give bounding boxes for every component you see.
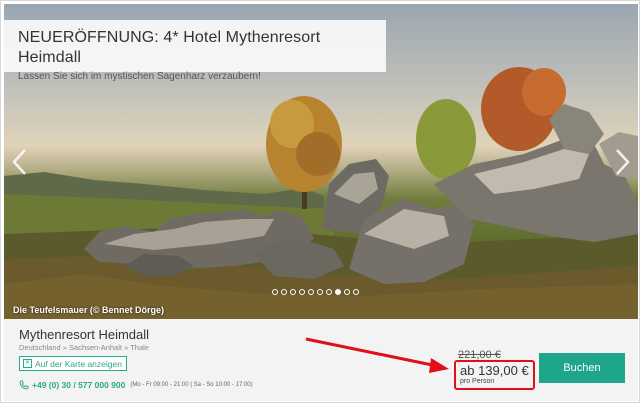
location-breadcrumb: Deutschland » Sachsen-Anhalt » Thale [19,343,149,352]
next-slide-button[interactable] [612,147,632,177]
offer-info-panel: Mythenresort Heimdall Deutschland » Sach… [4,319,638,401]
map-icon: ✕ [23,359,32,368]
price-highlight-box: ab 139,00 € pro Person [454,360,535,390]
per-person-label: pro Person [460,378,495,385]
prev-slide-button[interactable] [10,147,30,177]
promo-subtitle: Lassen Sie sich im mystischen Sagenharz … [18,71,261,82]
map-button-label: Auf der Karte anzeigen [35,358,122,369]
chevron-right-icon [616,149,630,175]
promo-banner: NEUERÖFFNUNG: 4* Hotel Mythenresort Heim… [4,20,386,82]
phone-icon [19,380,29,390]
slide-dot[interactable] [272,289,278,295]
book-button[interactable]: Buchen [539,353,625,383]
slide-dot[interactable] [353,289,359,295]
slide-dot[interactable] [326,289,332,295]
slide-dot[interactable] [308,289,314,295]
phone-hours: (Mo - Fr 09:00 - 21:00 | Sa - So 10:00 -… [130,382,253,388]
image-caption: Die Teufelsmauer (© Bennet Dörge) [13,305,164,315]
slide-dot[interactable] [317,289,323,295]
show-on-map-button[interactable]: ✕ Auf der Karte anzeigen [19,356,127,371]
hotel-name: Mythenresort Heimdall [19,327,150,342]
hero-image: NEUERÖFFNUNG: 4* Hotel Mythenresort Heim… [4,4,638,319]
phone-number[interactable]: +49 (0) 30 / 577 000 900 [32,380,125,390]
contact-phone: +49 (0) 30 / 577 000 900 (Mo - Fr 09:00 … [19,380,253,390]
slide-dot[interactable] [281,289,287,295]
current-price: ab 139,00 € [460,363,529,378]
slide-dot[interactable] [290,289,296,295]
promo-title: NEUERÖFFNUNG: 4* Hotel Mythenresort Heim… [18,29,321,66]
chevron-left-icon [12,149,26,175]
slide-indicator [272,289,359,295]
hotel-offer-card: NEUERÖFFNUNG: 4* Hotel Mythenresort Heim… [0,0,640,403]
slide-dot[interactable] [344,289,350,295]
slide-dot[interactable] [335,289,341,295]
slide-dot[interactable] [299,289,305,295]
